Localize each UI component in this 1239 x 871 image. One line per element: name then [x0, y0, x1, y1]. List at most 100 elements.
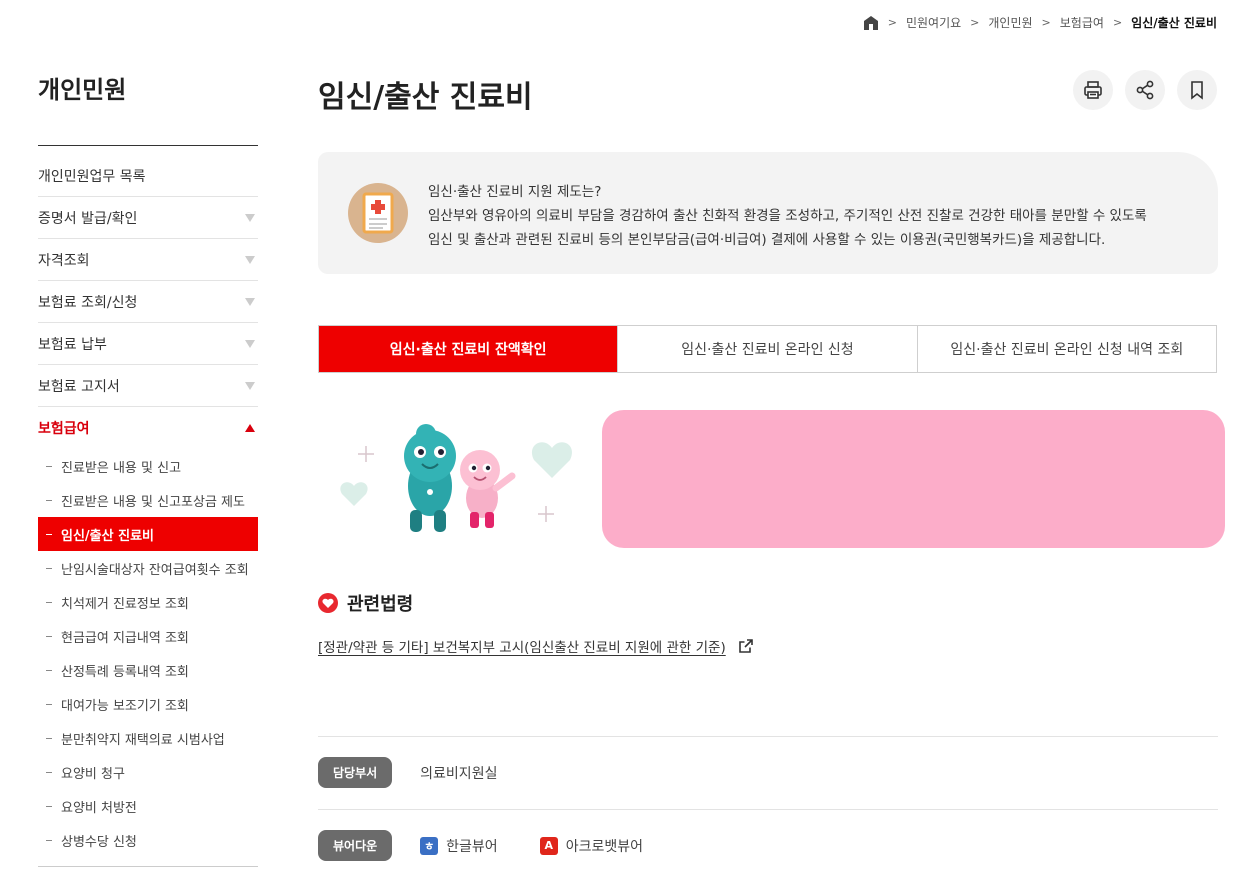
sidebar-item-label: 증명서 발급/확인 — [38, 210, 138, 227]
dash-icon — [46, 533, 52, 535]
chevron-right-icon: > — [1112, 16, 1123, 29]
sidebar-sub-item[interactable]: 현금급여 지급내역 조회 — [38, 619, 258, 653]
chevron-down-icon — [245, 381, 255, 390]
breadcrumb-item[interactable]: 민원여기요 — [906, 14, 961, 31]
sidebar-divider — [38, 145, 258, 146]
sidebar-sub-item[interactable]: 대여가능 보조기기 조회 — [38, 687, 258, 721]
share-button[interactable] — [1125, 70, 1165, 110]
sidebar-title: 개인민원 — [38, 76, 127, 104]
laws-link[interactable]: [정관/약관 등 기타] 보건복지부 고시(임신출산 진료비 지원에 관한 기준… — [318, 636, 754, 656]
sidebar-item[interactable]: 보험료 고지서 — [38, 365, 258, 407]
sidebar-sub-item[interactable]: 난임시술대상자 잔여급여횟수 조회 — [38, 551, 258, 585]
sidebar-item-label: 보험료 납부 — [38, 336, 107, 353]
sidebar-sub-item[interactable]: 분만취약지 재택의료 시범사업 — [38, 721, 258, 755]
sidebar-sub-item[interactable]: 요양비 청구 — [38, 755, 258, 789]
department-row: 담당부서 의료비지원실 — [318, 757, 497, 788]
breadcrumb-item[interactable]: 개인민원 — [988, 14, 1032, 31]
print-icon — [1084, 81, 1102, 99]
print-button[interactable] — [1073, 70, 1113, 110]
chevron-up-icon — [245, 424, 255, 432]
laws-title-text: 관련법령 — [347, 594, 414, 615]
hwp-viewer-label: 한글뷰어 — [446, 838, 498, 855]
breadcrumb-item[interactable]: 보험급여 — [1060, 14, 1104, 31]
share-icon — [1136, 80, 1154, 100]
tab-bar: 임신·출산 진료비 잔액확인 임신·출산 진료비 온라인 신청 임신·출산 진료… — [318, 325, 1217, 373]
page-title: 임신/출산 진료비 — [318, 80, 533, 115]
sidebar-item[interactable]: 자격조회 — [38, 239, 258, 281]
home-icon[interactable] — [863, 15, 879, 31]
sidebar-sub-label: 분만취약지 재택의료 시범사업 — [61, 732, 225, 748]
chevron-right-icon: > — [1041, 16, 1051, 29]
dash-icon — [46, 703, 52, 705]
chevron-right-icon: > — [887, 16, 897, 29]
sidebar-sub-item[interactable]: 치석제거 진료정보 조회 — [38, 585, 258, 619]
sidebar-sub-label: 현금급여 지급내역 조회 — [61, 630, 189, 646]
intro-line: 임신·출산 진료비 지원 제도는? — [428, 184, 602, 200]
sidebar-sub-label: 요양비 처방전 — [61, 800, 137, 816]
department-value: 의료비지원실 — [420, 765, 498, 782]
chevron-down-icon — [245, 255, 255, 264]
chevron-down-icon — [245, 213, 255, 222]
sidebar-sub-label: 진료받은 내용 및 신고포상금 제도 — [61, 494, 245, 510]
sidebar-sub-item[interactable]: 요양비 처방전 — [38, 789, 258, 823]
intro-box: 임신·출산 진료비 지원 제도는? 임산부와 영유아의 의료비 부담을 경감하여… — [318, 152, 1218, 274]
dash-icon — [46, 839, 52, 841]
bookmark-button[interactable] — [1177, 70, 1217, 110]
dash-icon — [46, 635, 52, 637]
sidebar-item-label: 개인민원업무 목록 — [38, 168, 146, 185]
acrobat-viewer-label: 아크로뱃뷰어 — [565, 838, 643, 855]
sidebar-item[interactable]: 증명서 발급/확인 — [38, 197, 258, 239]
laws-link-text[interactable]: [정관/약관 등 기타] 보건복지부 고시(임신출산 진료비 지원에 관한 기준… — [318, 636, 726, 656]
sidebar-sub-item[interactable]: 진료받은 내용 및 신고포상금 제도 — [38, 483, 258, 517]
sidebar-item[interactable]: 개인민원업무 목록 — [38, 155, 258, 197]
page-tools — [1073, 70, 1217, 110]
viewer-download-row: 뷰어다운 ㅎ 한글뷰어 A 아크로뱃뷰어 — [318, 830, 643, 861]
sidebar-item[interactable]: 보험료 납부 — [38, 323, 258, 365]
sidebar-item-label: 보험급여 — [38, 421, 90, 437]
external-link-icon[interactable] — [738, 638, 754, 654]
dash-icon — [46, 805, 52, 807]
sidebar-sub-label: 임신/출산 진료비 — [61, 528, 154, 544]
sidebar-sub-label: 난임시술대상자 잔여급여횟수 조회 — [61, 562, 249, 578]
promo-banner — [602, 410, 1225, 548]
chevron-down-icon — [245, 297, 255, 306]
sidebar-item-open[interactable]: 보험급여 — [38, 407, 258, 449]
breadcrumb-current: 임신/출산 진료비 — [1131, 16, 1217, 30]
sidebar-item-label: 자격조회 — [38, 252, 90, 269]
sidebar-sub-label: 진료받은 내용 및 신고 — [61, 460, 182, 476]
viewer-download-label: 뷰어다운 — [318, 830, 393, 861]
dash-icon — [46, 499, 52, 501]
dash-icon — [46, 669, 52, 671]
sidebar-sub-item[interactable]: 진료받은 내용 및 신고 — [38, 449, 258, 483]
sidebar-sub-item[interactable]: 산정특례 등록내역 조회 — [38, 653, 258, 687]
sidebar-item[interactable]: 보험료 조회/신청 — [38, 281, 258, 323]
dash-icon — [46, 465, 52, 467]
sidebar-sub-label: 치석제거 진료정보 조회 — [61, 596, 189, 612]
dash-icon — [46, 737, 52, 739]
acrobat-viewer-link[interactable]: A 아크로뱃뷰어 — [539, 836, 643, 856]
sidebar-item-label: 보험료 조회/신청 — [38, 294, 138, 311]
bookmark-icon — [1191, 81, 1203, 100]
intro-line: 임산부와 영유아의 의료비 부담을 경감하여 출산 친화적 환경을 조성하고, … — [428, 208, 1147, 224]
hwp-viewer-link[interactable]: ㅎ 한글뷰어 — [420, 836, 498, 856]
heart-icon — [318, 593, 338, 613]
tab-online-history[interactable]: 임신·출산 진료비 온라인 신청 내역 조회 — [918, 326, 1216, 372]
divider — [318, 736, 1218, 737]
sidebar-sub-label: 산정특례 등록내역 조회 — [61, 664, 189, 680]
dash-icon — [46, 601, 52, 603]
tab-online-apply[interactable]: 임신·출산 진료비 온라인 신청 — [618, 326, 918, 372]
sidebar-sub-label: 대여가능 보조기기 조회 — [61, 698, 189, 714]
intro-line: 임신 및 출산과 관련된 진료비 등의 본인부담금(급여·비급여) 결제에 사용… — [428, 232, 1106, 248]
chevron-right-icon: > — [970, 16, 980, 29]
sidebar-menu: 개인민원업무 목록 증명서 발급/확인 자격조회 보험료 조회/신청 보험료 납… — [38, 155, 258, 863]
sidebar-sub-item-active[interactable]: 임신/출산 진료비 — [38, 517, 258, 551]
sidebar-bottom-divider — [38, 866, 258, 867]
intro-text: 임신·출산 진료비 지원 제도는? 임산부와 영유아의 의료비 부담을 경감하여… — [428, 180, 1147, 252]
mascot-illustration — [330, 420, 590, 550]
breadcrumb: > 민원여기요 > 개인민원 > 보험급여 > 임신/출산 진료비 — [863, 14, 1217, 31]
dash-icon — [46, 771, 52, 773]
tab-balance-check[interactable]: 임신·출산 진료비 잔액확인 — [319, 326, 619, 372]
sidebar-sub-item[interactable]: 상병수당 신청 — [38, 823, 258, 857]
divider — [318, 809, 1218, 810]
hwp-icon: ㅎ — [420, 836, 439, 855]
